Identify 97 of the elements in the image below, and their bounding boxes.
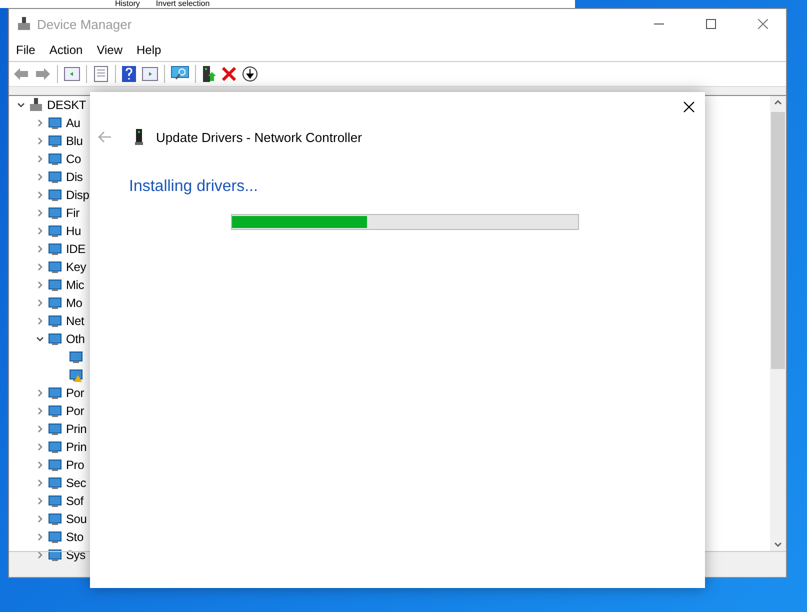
device-icon xyxy=(48,170,62,184)
expand-chevron-icon[interactable] xyxy=(36,317,44,325)
device-icon xyxy=(48,134,62,148)
expand-chevron-icon[interactable] xyxy=(36,281,44,289)
device-icon xyxy=(48,404,62,418)
tree-item[interactable]: Prin xyxy=(66,440,87,454)
device-icon xyxy=(48,422,62,436)
ribbon-item[interactable]: Invert selection xyxy=(156,0,210,8)
menu-item[interactable]: Help xyxy=(130,43,168,57)
expand-chevron-icon[interactable] xyxy=(36,191,44,199)
device-icon xyxy=(48,494,62,508)
expand-chevron-icon[interactable] xyxy=(36,263,44,271)
expand-chevron-icon[interactable] xyxy=(36,299,44,307)
device-icon xyxy=(48,530,62,544)
network-device-icon xyxy=(134,129,144,145)
tree-item[interactable]: Blu xyxy=(66,134,83,148)
expand-chevron-icon[interactable] xyxy=(36,479,44,487)
device-icon xyxy=(48,458,62,472)
ribbon-item[interactable]: History xyxy=(115,0,140,8)
tree-item[interactable]: DESKT xyxy=(47,98,86,112)
expand-chevron-icon[interactable] xyxy=(36,173,44,181)
tree-item[interactable]: Disp xyxy=(66,188,90,202)
tree-item[interactable]: Hu xyxy=(66,224,81,238)
forward-arrow-icon[interactable] xyxy=(35,67,51,81)
tree-item[interactable]: Sec xyxy=(66,476,86,490)
panel-play-icon[interactable] xyxy=(142,67,158,81)
device-icon xyxy=(48,440,62,454)
monitor-search-icon[interactable] xyxy=(171,66,189,82)
expand-chevron-icon[interactable] xyxy=(36,443,44,451)
device-icon xyxy=(48,260,62,274)
tree-item[interactable]: Por xyxy=(66,404,84,418)
computer-icon xyxy=(29,98,43,112)
tree-item[interactable]: Key xyxy=(66,260,86,274)
expand-chevron-icon[interactable] xyxy=(36,227,44,235)
device-icon xyxy=(48,386,62,400)
scrollbar-thumb[interactable] xyxy=(771,112,785,369)
expand-chevron-icon[interactable] xyxy=(36,515,44,523)
expand-chevron-icon[interactable] xyxy=(36,407,44,415)
tree-item[interactable]: Co xyxy=(66,152,81,166)
expand-chevron-icon[interactable] xyxy=(36,155,44,163)
tree-item[interactable]: Sof xyxy=(66,494,84,508)
tree-item[interactable]: Por xyxy=(66,386,84,400)
device-icon xyxy=(48,476,62,490)
close-icon[interactable] xyxy=(683,101,695,113)
collapse-chevron-icon[interactable] xyxy=(17,101,25,109)
expand-chevron-icon[interactable] xyxy=(36,425,44,433)
tree-item[interactable]: Sto xyxy=(66,530,84,544)
tree-item[interactable]: IDE xyxy=(66,242,86,256)
tree-item[interactable]: Sou xyxy=(66,512,87,526)
device-icon xyxy=(48,224,62,238)
app-icon xyxy=(17,17,31,31)
add-device-icon[interactable] xyxy=(202,66,216,82)
device-icon xyxy=(48,332,62,346)
menu-item[interactable]: View xyxy=(90,43,130,57)
expand-chevron-icon[interactable] xyxy=(36,497,44,505)
device-icon xyxy=(48,548,62,562)
device-icon xyxy=(48,152,62,166)
device-icon xyxy=(48,314,62,328)
tree-item[interactable]: Dis xyxy=(66,170,83,184)
dialog-title: Update Drivers - Network Controller xyxy=(156,130,362,144)
tree-item[interactable]: Fir xyxy=(66,206,80,220)
help-icon[interactable] xyxy=(122,66,136,82)
device-icon xyxy=(48,242,62,256)
device-icon xyxy=(48,296,62,310)
expand-chevron-icon[interactable] xyxy=(36,533,44,541)
tree-item[interactable]: Oth xyxy=(66,332,85,346)
expand-chevron-icon[interactable] xyxy=(36,461,44,469)
status-heading: Installing drivers... xyxy=(129,178,259,196)
delete-icon[interactable] xyxy=(222,67,236,81)
device-icon xyxy=(48,206,62,220)
collapse-chevron-icon[interactable] xyxy=(36,335,44,343)
menu-item[interactable]: File xyxy=(9,43,42,57)
tree-item[interactable]: Au xyxy=(66,116,80,130)
tree-item[interactable]: Pro xyxy=(66,458,84,472)
properties-icon[interactable] xyxy=(93,66,109,82)
back-arrow-icon[interactable] xyxy=(13,67,29,81)
device-icon xyxy=(48,278,62,292)
device-icon xyxy=(48,188,62,202)
menu-item[interactable]: Action xyxy=(42,43,90,57)
maximize-icon xyxy=(706,19,716,29)
panel-icon[interactable] xyxy=(64,67,80,81)
expand-chevron-icon[interactable] xyxy=(36,137,44,145)
tree-item[interactable]: Mic xyxy=(66,278,84,292)
window-title: Device Manager xyxy=(37,16,133,32)
expand-chevron-icon[interactable] xyxy=(36,551,44,559)
device-icon xyxy=(48,512,62,526)
tree-item[interactable]: Prin xyxy=(66,422,87,436)
device-icon xyxy=(48,116,62,130)
close-icon xyxy=(758,19,768,29)
back-arrow-icon[interactable] xyxy=(98,131,112,143)
tree-item[interactable]: Net xyxy=(66,314,84,328)
expand-chevron-icon[interactable] xyxy=(36,209,44,217)
download-icon[interactable] xyxy=(242,66,258,82)
expand-chevron-icon[interactable] xyxy=(36,245,44,253)
expand-chevron-icon[interactable] xyxy=(36,389,44,397)
tree-item[interactable]: Mo xyxy=(66,296,82,310)
expand-chevron-icon[interactable] xyxy=(36,119,44,127)
